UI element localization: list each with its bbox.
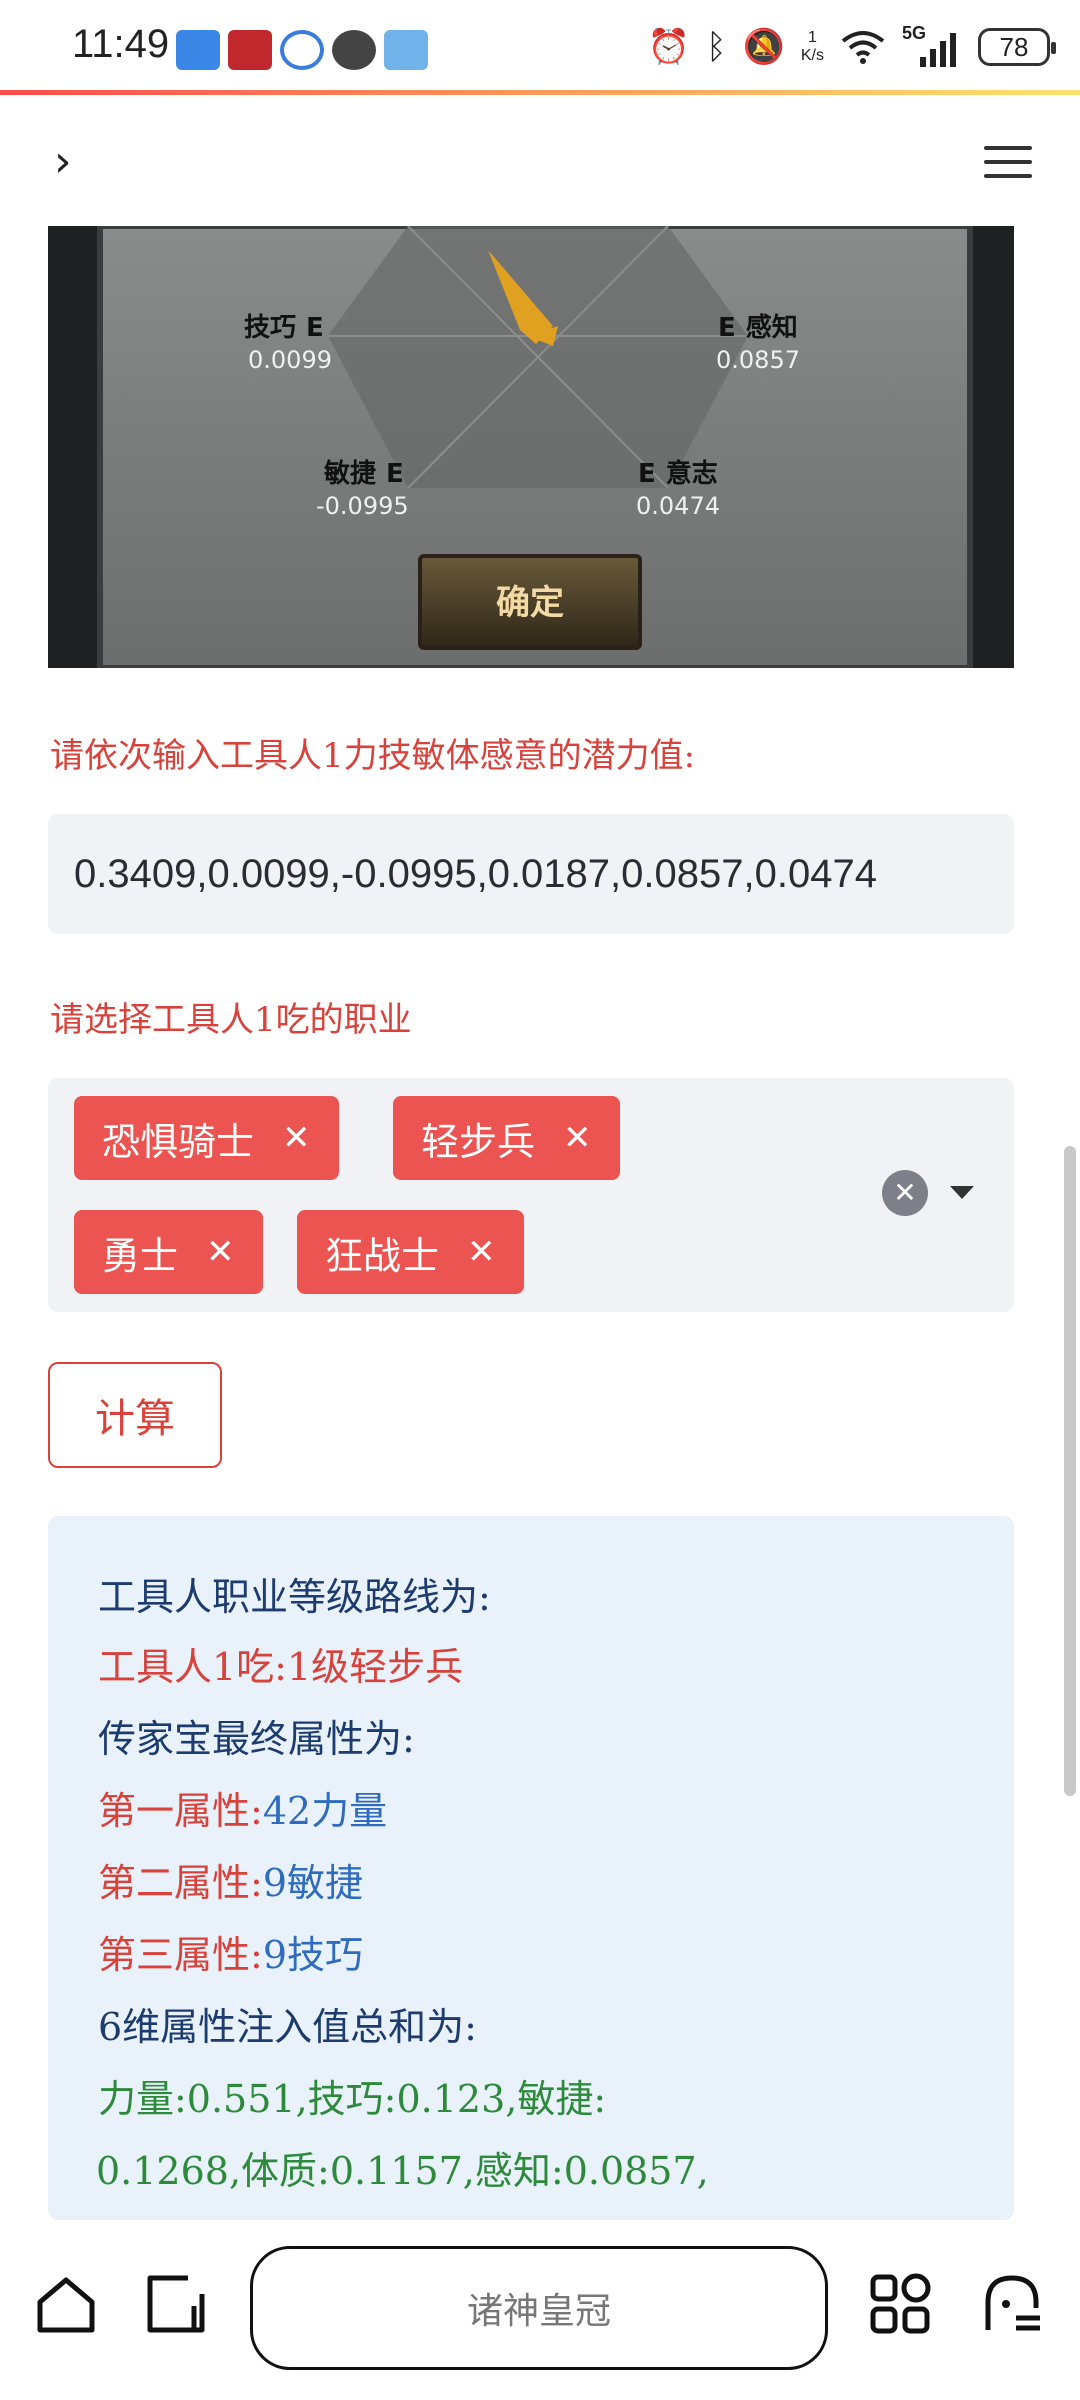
app-notification-icon: [176, 30, 220, 70]
class-prompt-label: 请选择工具人1吃的职业: [50, 1000, 412, 1040]
class-tag-label: 勇士: [102, 1233, 179, 1278]
attribute-3-label: 第三属性:: [98, 1933, 263, 1977]
attribute-2-label: 第二属性:: [98, 1861, 263, 1905]
game-screenshot-art: 确定 技巧 E 0.0099 E 感知 0.0857 敏捷 E -0.0995 E 意志…: [48, 226, 1014, 668]
potential-prompt-label: 请依次输入工具人1力技敏体感意的潜力值:: [50, 736, 696, 776]
class-tag-label: 狂战士: [325, 1233, 440, 1278]
attribute-1-label: 第一属性:: [98, 1789, 263, 1833]
class-tag[interactable]: 轻步兵 ✕: [393, 1096, 620, 1180]
expand-sidebar-icon[interactable]: ›: [54, 136, 72, 187]
network-speed-value: 1: [807, 29, 817, 46]
browser-notification-icon: [280, 30, 324, 70]
calculate-button[interactable]: 计算: [48, 1362, 222, 1468]
scrollbar[interactable]: [1064, 1146, 1076, 1796]
network-speed: 1 K/s: [801, 29, 824, 65]
class-tag[interactable]: 恐惧骑士 ✕: [74, 1096, 339, 1180]
remove-tag-icon[interactable]: ✕: [563, 1118, 592, 1158]
sum-title: 6维属性注入值总和为:: [98, 2005, 477, 2049]
network-speed-unit: K/s: [800, 47, 824, 64]
assistant-icon[interactable]: [980, 2272, 1044, 2336]
route-value: 工具人1吃:1级轻步兵: [98, 1645, 464, 1689]
stat-perception-value: 0.0857: [716, 346, 800, 374]
stat-perception-label: E 感知: [718, 313, 798, 343]
alarm-icon: ⏰: [647, 27, 691, 67]
status-icons: ⏰ ᛒ 🔕 1 K/s 5G 78: [647, 22, 1056, 72]
result-panel: 工具人职业等级路线为: 工具人1吃:1级轻步兵 传家宝最终属性为: 第一属性:4…: [48, 1516, 1014, 2220]
stat-will-label: E 意志: [638, 458, 718, 489]
mute-bell-icon: 🔕: [742, 27, 785, 67]
stat-skill-label: 技巧 E: [244, 313, 324, 343]
attribute-3: 第三属性:9技巧: [98, 1924, 363, 1979]
class-tag[interactable]: 狂战士 ✕: [297, 1210, 524, 1294]
sum-line-1: 力量:0.551,技巧:0.123,敏捷:: [98, 2077, 607, 2121]
attribute-3-value: 9技巧: [262, 1933, 363, 1977]
potential-input-value: 0.3409,0.0099,-0.0995,0.0187,0.0857,0.04…: [74, 851, 877, 896]
confirm-button-label: 确定: [496, 583, 564, 623]
network-type: 5G: [902, 23, 927, 43]
cellular-signal-icon: 5G: [902, 23, 962, 67]
attribute-1: 第一属性:42力量: [98, 1780, 387, 1835]
search-bar[interactable]: 诸神皇冠: [250, 2246, 828, 2370]
bottom-nav: 诸神皇冠: [0, 2220, 1080, 2400]
app-header: ›: [0, 96, 1080, 226]
weather-notification-icon: [384, 30, 428, 70]
class-tag[interactable]: 勇士 ✕: [74, 1210, 263, 1294]
battery-level: 78: [999, 31, 1029, 62]
game-screenshot: 确定 技巧 E 0.0099 E 感知 0.0857 敏捷 E -0.0995 E 意志…: [48, 226, 1014, 668]
dropdown-arrow-icon[interactable]: [950, 1186, 974, 1199]
stat-skill-value: 0.0099: [248, 346, 332, 374]
bluetooth-icon: ᛒ: [706, 27, 727, 67]
potential-input[interactable]: 0.3409,0.0099,-0.0995,0.0187,0.0857,0.04…: [48, 814, 1014, 934]
wifi-icon: [841, 31, 885, 64]
route-title: 工具人职业等级路线为:: [98, 1575, 491, 1619]
remove-tag-icon[interactable]: ✕: [467, 1232, 496, 1272]
search-bar-text: 诸神皇冠: [466, 2291, 611, 2332]
progress-gradient-line: [0, 90, 1080, 95]
message-notification-icon: [332, 30, 376, 70]
class-tag-label: 恐惧骑士: [102, 1119, 255, 1164]
class-tag-label: 轻步兵: [421, 1119, 536, 1164]
hamburger-menu-icon[interactable]: [984, 146, 1032, 178]
status-time: 11:49: [72, 22, 170, 66]
heirloom-title: 传家宝最终属性为:: [98, 1717, 415, 1761]
tabs-icon[interactable]: [144, 2272, 208, 2336]
home-icon[interactable]: [34, 2272, 98, 2336]
app-notification-icon: [228, 30, 272, 70]
stat-agility-value: -0.0995: [316, 492, 409, 520]
stat-agility-label: 敏捷 E: [323, 459, 404, 489]
battery-indicator: 78: [978, 28, 1056, 66]
remove-tag-icon[interactable]: ✕: [282, 1118, 311, 1158]
sum-line-2: 0.1268,体质:0.1157,感知:0.0857,: [96, 2149, 709, 2193]
attribute-2: 第二属性:9敏捷: [98, 1852, 363, 1907]
status-bar: 11:49 ⏰ ᛒ 🔕 1 K/s 5G 78: [0, 0, 1080, 96]
apps-grid-icon[interactable]: [868, 2272, 932, 2336]
attribute-1-value: 42力量: [262, 1789, 388, 1833]
clear-all-icon[interactable]: ✕: [882, 1170, 928, 1216]
class-multiselect[interactable]: 恐惧骑士 ✕ 轻步兵 ✕ 勇士 ✕ 狂战士 ✕ ✕: [48, 1078, 1014, 1312]
remove-tag-icon[interactable]: ✕: [206, 1232, 235, 1272]
attribute-2-value: 9敏捷: [262, 1861, 363, 1905]
stat-will-value: 0.0474: [636, 492, 720, 520]
